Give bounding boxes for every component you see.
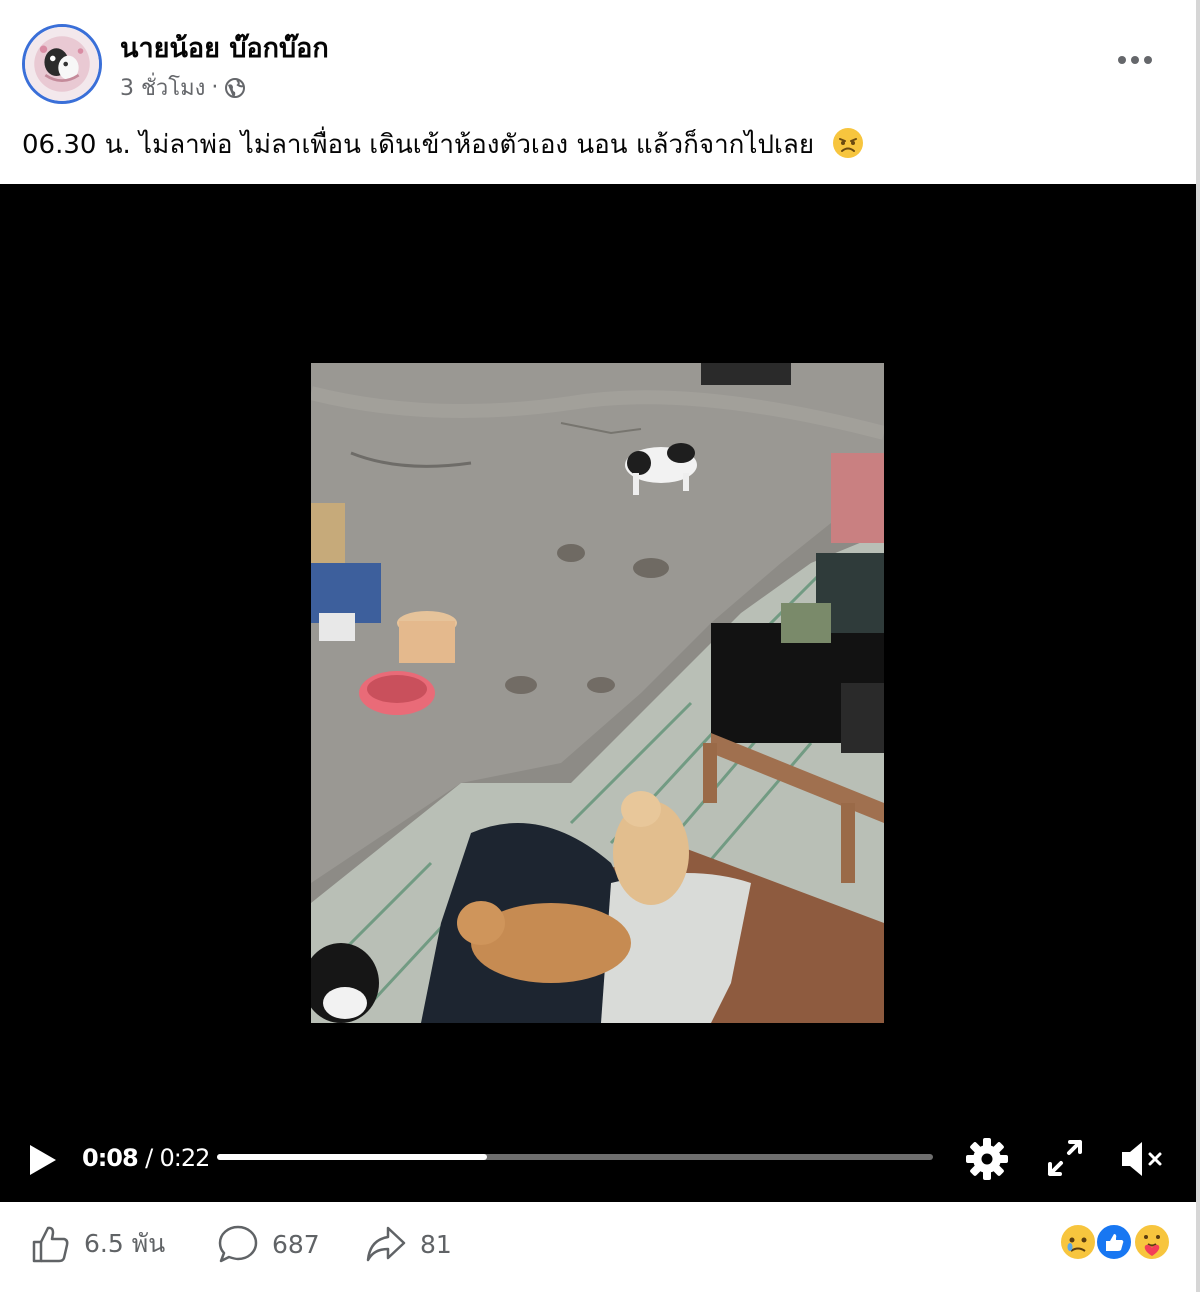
progress-fill xyxy=(217,1154,487,1160)
comment-button[interactable]: 687 xyxy=(216,1222,320,1266)
author-name[interactable]: นายน้อย บ๊อกบ๊อก xyxy=(120,26,329,69)
post-caption: 06.30 น. ไม่ลาพ่อ ไม่ลาเพื่อน เดินเข้าห้… xyxy=(22,124,864,165)
video-controls: 0:08 / 0:22 xyxy=(0,1130,1196,1190)
comment-bubble-icon xyxy=(218,1225,258,1263)
globe-icon xyxy=(225,77,246,98)
like-reaction-icon xyxy=(1095,1223,1133,1261)
gear-icon[interactable] xyxy=(964,1136,1010,1182)
post-header: นายน้อย บ๊อกบ๊อก 3 ชั่วโมง · xyxy=(0,0,1196,120)
video-progress-bar[interactable] xyxy=(217,1154,933,1160)
duration: 0:22 xyxy=(159,1144,211,1172)
sad-reaction-icon xyxy=(1059,1223,1097,1261)
meta-separator: · xyxy=(211,75,219,100)
post-footer: 6.5 พัน 687 81 xyxy=(0,1202,1196,1292)
more-options-button[interactable] xyxy=(1108,42,1162,78)
play-icon[interactable] xyxy=(24,1140,60,1180)
care-reaction-icon xyxy=(1133,1223,1171,1261)
caption-text: 06.30 น. ไม่ลาพ่อ ไม่ลาเพื่อน เดินเข้าห้… xyxy=(22,130,815,160)
video-scene-image xyxy=(311,363,884,1023)
share-count: 81 xyxy=(420,1229,452,1259)
comment-count: 687 xyxy=(272,1229,320,1259)
avatar-image xyxy=(25,27,99,101)
reaction-icons xyxy=(1059,1223,1171,1261)
like-count: 6.5 พัน xyxy=(84,1229,166,1258)
time-separator: / xyxy=(145,1144,153,1172)
more-dots-icon xyxy=(1118,56,1152,64)
thumbs-up-icon xyxy=(32,1226,69,1263)
video-time: 0:08 / 0:22 xyxy=(82,1144,211,1172)
post-time[interactable]: 3 ชั่วโมง xyxy=(120,70,205,105)
video-frame[interactable] xyxy=(311,363,884,1023)
current-time: 0:08 xyxy=(82,1144,139,1172)
page-avatar[interactable] xyxy=(22,24,102,104)
reaction-summary[interactable] xyxy=(1058,1222,1174,1262)
like-button[interactable]: 6.5 พัน xyxy=(28,1222,165,1266)
sad-face-emoji-icon xyxy=(833,128,864,158)
post-meta: 3 ชั่วโมง · xyxy=(120,70,246,105)
video-player[interactable]: 0:08 / 0:22 xyxy=(0,184,1196,1202)
expand-icon[interactable] xyxy=(1046,1138,1084,1178)
share-button[interactable]: 81 xyxy=(364,1222,452,1266)
share-arrow-icon xyxy=(366,1226,406,1262)
facebook-post: นายน้อย บ๊อกบ๊อก 3 ชั่วโมง · 06.30 น. ไม… xyxy=(0,0,1200,1292)
muted-speaker-icon[interactable] xyxy=(1118,1138,1166,1180)
